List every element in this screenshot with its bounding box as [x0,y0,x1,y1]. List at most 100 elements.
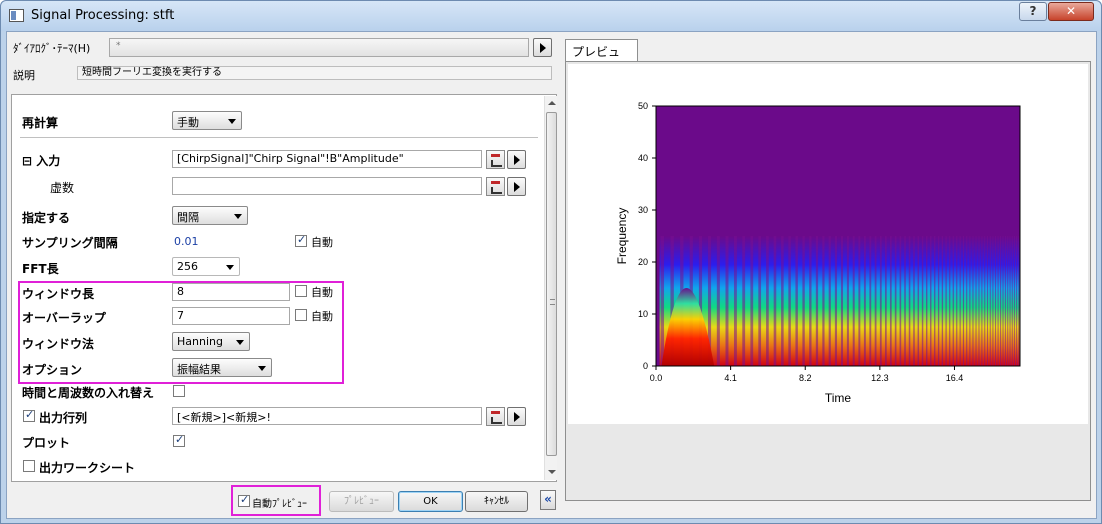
overlap-auto-checkbox[interactable] [295,309,307,321]
y-tick-label: 20 [638,257,648,267]
x-axis-label: Time [825,391,852,405]
imag-label: 虚数 [50,181,75,195]
imag-menu-button[interactable] [507,177,526,196]
imag-picker-icon[interactable] [486,177,505,196]
heatmap-stripe [781,236,784,366]
y-tick-label: 50 [638,101,648,111]
window-method-combo[interactable]: Hanning [172,332,250,351]
output-matrix-picker-icon[interactable] [486,407,505,426]
fft-value: 256 [177,260,198,273]
heatmap-stripe [1004,236,1006,366]
recalc-combo[interactable]: 手動 [172,111,242,130]
preview-area: 0 10 20 30 40 50 0.0 4.1 8.2 12.3 16.4 Time Frequenc… [565,61,1091,501]
heatmap-stripe [921,236,924,366]
tab-preview[interactable]: プレビュー [565,39,638,76]
window-method-value: Hanning [177,335,223,348]
overlap-field[interactable]: 7 [172,307,290,325]
heatmap-stripe [952,236,954,366]
plot-label: プロット [22,436,71,450]
spectrogram-chart: 0 10 20 30 40 50 0.0 4.1 8.2 12.3 16.4 Time Frequenc… [615,101,1021,405]
plot-checkbox[interactable] [173,433,185,447]
output-matrix-field[interactable]: [<新規>]<新規>! [172,407,482,425]
heatmap-stripe [899,236,902,366]
scroll-down-icon[interactable] [548,470,556,474]
option-combo[interactable]: 振幅結果 [172,358,272,377]
settings-panel: 再計算 手動 ⊟ 入力 [ChirpSignal]"Chirp Signal"!… [11,94,557,482]
scroll-thumb[interactable] [546,112,557,456]
heatmap-stripe [984,236,986,366]
output-matrix-checkbox[interactable] [23,408,35,422]
heatmap-stripe [884,236,887,366]
heatmap-stripe [889,236,892,366]
heatmap-stripe [773,236,777,366]
heatmap-stripe [758,236,762,366]
recalc-label: 再計算 [22,116,59,130]
cancel-button[interactable]: ｷｬﾝｾﾙ [465,491,528,512]
collapse-icon[interactable]: « [540,490,556,510]
heatmap-stripe [1007,236,1009,366]
grip-icon [550,299,555,305]
window-len-auto-checkbox[interactable] [295,285,307,297]
close-button[interactable]: ✕ [1048,2,1094,21]
heatmap-stripe [972,236,974,366]
specify-combo[interactable]: 間隔 [172,206,248,225]
imag-field[interactable] [172,177,482,195]
y-tick-label: 10 [638,309,648,319]
sampling-auto-checkbox[interactable] [295,233,307,247]
heatmap-stripe [962,236,965,366]
heatmap-stripe [742,236,746,366]
input-menu-button[interactable] [507,150,526,169]
heatmap-stripe [863,236,866,366]
theme-value: * [116,41,121,51]
heatmap-stripe [894,236,897,366]
heatmap-stripe [975,236,977,366]
input-picker-icon[interactable] [486,150,505,169]
input-label[interactable]: ⊟ 入力 [22,152,60,169]
heatmap-stripe [987,236,989,366]
specify-label: 指定する [22,211,71,225]
heatmap-stripe [725,236,729,366]
desc-label: 説明 [13,69,35,82]
swap-checkbox[interactable] [173,385,185,397]
scroll-up-icon[interactable] [548,101,556,105]
title-bar: Signal Processing: stft ? ✕ [1,1,1101,31]
heatmap-stripe [815,236,819,366]
theme-menu-button[interactable] [533,38,552,57]
heatmap-stripe [956,236,958,366]
help-button[interactable]: ? [1019,2,1047,21]
fft-combo[interactable]: 256 [172,257,240,276]
specify-value: 間隔 [177,211,199,224]
heatmap-stripe [874,236,877,366]
heatmap-stripe [795,236,798,366]
theme-input[interactable]: * [109,38,529,57]
heatmap-stripe [945,236,947,366]
heatmap-stripe [1011,236,1013,366]
output-matrix-menu-button[interactable] [507,407,526,426]
x-tick-label: 4.1 [724,373,737,383]
output-sheet-checkbox[interactable] [23,460,35,472]
heatmap-stripe [992,236,994,366]
preview-graph-page: 0 10 20 30 40 50 0.0 4.1 8.2 12.3 16.4 Time Frequenc… [568,64,1088,424]
heatmap-stripe [969,236,971,366]
heatmap-stripe [840,236,844,366]
option-label: オプション [22,363,83,377]
preview-button[interactable]: ﾌﾟﾚﾋﾞｭｰ [329,491,394,512]
auto-preview-checkbox[interactable] [238,493,250,507]
x-tick-label: 0.0 [650,373,663,383]
heatmap-stripe [1016,236,1018,366]
window-method-label: ウィンドウ法 [22,337,95,351]
heatmap-stripe [937,236,940,366]
vertical-scrollbar[interactable] [544,96,557,480]
swap-label: 時間と周波数の入れ替え [22,386,155,400]
heatmap-stripe [766,236,769,366]
heatmap-stripe [917,236,920,366]
heatmap-stripe [997,236,999,366]
y-tick-label: 0 [643,361,648,371]
divider [20,137,538,138]
y-axis-label: Frequency [615,208,629,265]
input-field[interactable]: [ChirpSignal]"Chirp Signal"!B"Amplitude" [172,150,482,168]
window-len-field[interactable]: 8 [172,283,290,301]
heatmap-stripe [788,236,791,366]
heatmap-stripe [981,236,983,366]
ok-button[interactable]: OK [398,491,463,512]
